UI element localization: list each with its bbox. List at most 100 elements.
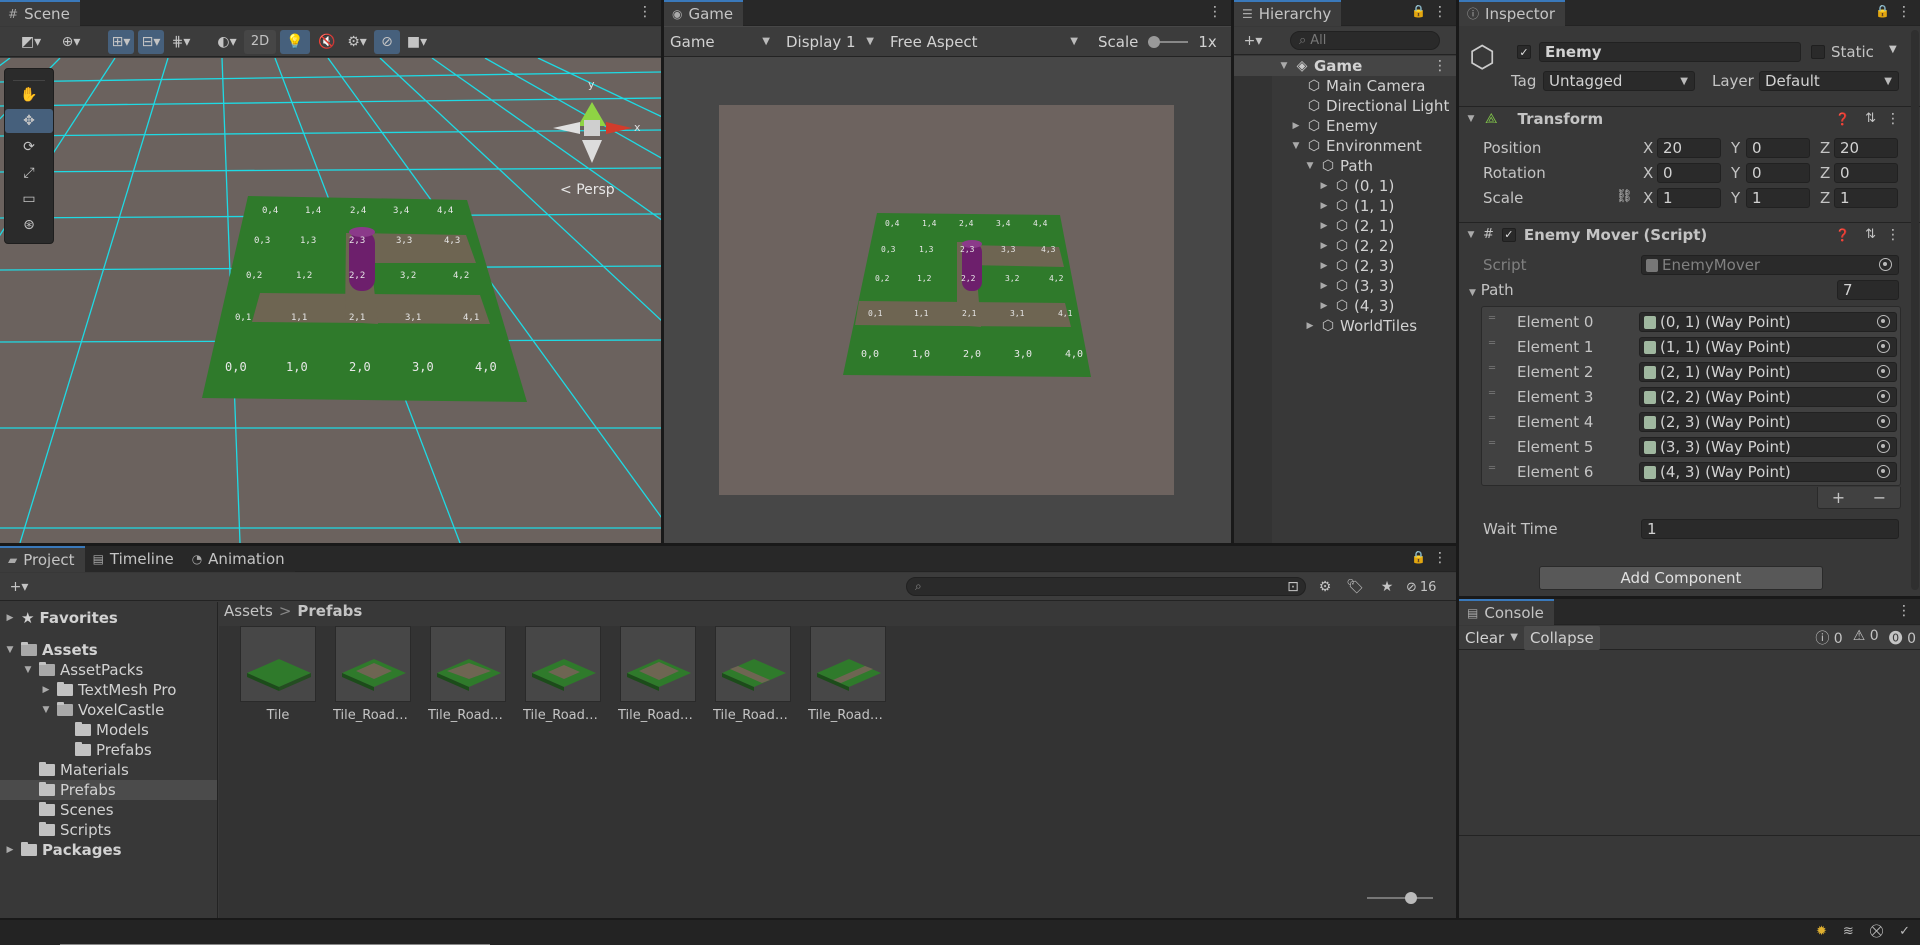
element-value-field[interactable]: (1, 1) (Way Point) xyxy=(1639,337,1897,357)
add-component-button[interactable]: Add Component xyxy=(1539,566,1823,590)
remove-element-button[interactable]: − xyxy=(1873,488,1886,507)
expand-arrow-icon[interactable]: ▼ xyxy=(1465,230,1477,240)
tab-hierarchy[interactable]: ☰ Hierarchy xyxy=(1234,0,1342,26)
expand-arrow-icon[interactable]: ▼ xyxy=(40,705,52,715)
expand-arrow-icon[interactable]: ▶ xyxy=(1290,121,1302,131)
folder-item[interactable]: Prefabs xyxy=(70,740,152,760)
expand-arrow-icon[interactable]: ▶ xyxy=(1304,321,1316,331)
scale-y-field[interactable]: 1 xyxy=(1746,188,1810,208)
game-menu-icon[interactable]: ⋮ xyxy=(1208,4,1222,20)
help-icon[interactable]: ❓ xyxy=(1835,228,1850,242)
expand-arrow-icon[interactable]: ▼ xyxy=(1290,141,1302,151)
filter-label-icon[interactable]: 🏷 xyxy=(1342,575,1368,599)
expand-arrow-icon[interactable]: ▼ xyxy=(1278,61,1290,71)
expand-arrow-icon[interactable]: ▼ xyxy=(4,645,16,655)
lock-icon[interactable]: 🔒 xyxy=(1411,4,1426,18)
expand-arrow-icon[interactable]: ▼ xyxy=(1465,114,1477,124)
gameobject-big-icon[interactable]: ⬡ xyxy=(1469,40,1495,75)
hidden-packages-toggle[interactable]: ⊘ 16 xyxy=(1406,575,1436,599)
hierarchy-search-input[interactable]: ⌕ All xyxy=(1290,31,1440,50)
asset-item[interactable]: Tile_RoadC... xyxy=(523,626,603,723)
expand-arrow-icon[interactable]: ▼ xyxy=(22,665,34,675)
increment-snap-icon[interactable]: ⋕▾ xyxy=(168,30,194,54)
scale-tool-icon[interactable]: ⤢ xyxy=(5,161,53,185)
layer-dropdown[interactable]: Default ▼ xyxy=(1759,71,1899,91)
drag-handle-icon[interactable]: ═ xyxy=(1489,363,1495,374)
static-checkbox[interactable] xyxy=(1811,45,1825,59)
inspector-scrollbar[interactable] xyxy=(1911,30,1919,590)
hierarchy-item[interactable]: ▶ ⬡ Enemy xyxy=(1290,116,1378,136)
expand-arrow-icon[interactable]: ▶ xyxy=(1318,261,1330,271)
expand-arrow-icon[interactable]: ▼ xyxy=(1469,288,1476,298)
draw-mode-icon[interactable]: ◩▾ xyxy=(18,30,44,54)
component-enabled-checkbox[interactable]: ✓ xyxy=(1501,227,1516,242)
drag-handle-icon[interactable]: ═ xyxy=(1489,463,1495,474)
expand-arrow-icon[interactable]: ▶ xyxy=(4,845,16,855)
element-value-field[interactable]: (2, 1) (Way Point) xyxy=(1639,362,1897,382)
asset-item[interactable]: Tile_RoadS... xyxy=(808,626,888,723)
rotation-x-field[interactable]: 0 xyxy=(1657,163,1721,183)
tag-dropdown[interactable]: Untagged ▼ xyxy=(1543,71,1695,91)
folder-item[interactable]: ▶ TextMesh Pro xyxy=(40,680,177,700)
project-search-input[interactable]: ⌕ xyxy=(906,577,1306,596)
scale-slider[interactable] xyxy=(1148,35,1189,48)
asset-item[interactable]: Tile_RoadC... xyxy=(333,626,413,723)
rect-tool-icon[interactable]: ▭ xyxy=(5,187,53,211)
warning-count[interactable]: ⚠ 0 xyxy=(1853,628,1879,648)
tab-project[interactable]: ▰ Project xyxy=(0,546,85,572)
position-y-field[interactable]: 0 xyxy=(1746,138,1810,158)
scale-z-field[interactable]: 1 xyxy=(1834,188,1898,208)
drag-handle-icon[interactable]: ═ xyxy=(1489,338,1495,349)
expand-arrow-icon[interactable]: ▶ xyxy=(1318,281,1330,291)
tab-scene[interactable]: # Scene xyxy=(0,0,80,26)
drag-handle-icon[interactable]: ═ xyxy=(1489,313,1495,324)
object-picker-icon[interactable] xyxy=(1877,390,1890,403)
expand-arrow-icon[interactable]: ▶ xyxy=(1318,221,1330,231)
create-button[interactable]: +▾ xyxy=(1240,29,1266,53)
filter-type-icon[interactable]: ⚙ xyxy=(1312,575,1338,599)
display-dropdown[interactable]: Display 1 ▼ xyxy=(780,30,880,54)
hierarchy-item[interactable]: ▶ ⬡ (4, 3) xyxy=(1318,296,1395,316)
static-dropdown-icon[interactable]: ▼ xyxy=(1889,44,1897,55)
lock-icon[interactable]: 🔒 xyxy=(1875,4,1890,18)
expand-arrow-icon[interactable]: ▶ xyxy=(1318,301,1330,311)
presets-icon[interactable]: ⇅ xyxy=(1865,111,1876,126)
hierarchy-item[interactable]: ▶ ⬡ (0, 1) xyxy=(1318,176,1395,196)
console-log-area[interactable] xyxy=(1459,651,1920,831)
help-icon[interactable]: ❓ xyxy=(1835,112,1850,126)
object-picker-icon[interactable] xyxy=(1877,465,1890,478)
constrain-scale-icon[interactable]: ⛓ xyxy=(1616,189,1633,204)
layers-icon[interactable]: ≋ xyxy=(1843,924,1854,939)
hierarchy-item[interactable]: ▶ ⬡ (2, 2) xyxy=(1318,236,1395,256)
scale-x-field[interactable]: 1 xyxy=(1657,188,1721,208)
console-detail-area[interactable] xyxy=(1459,835,1920,918)
folder-item[interactable]: Prefabs xyxy=(34,780,116,800)
hierarchy-item[interactable]: ▶ ⬡ (3, 3) xyxy=(1318,276,1395,296)
hierarchy-item[interactable]: ▶ ⬡ WorldTiles xyxy=(1304,316,1418,336)
persp-label[interactable]: < Persp xyxy=(560,182,615,198)
game-viewport[interactable]: 0,4 1,4 2,4 3,4 4,4 0,3 1,3 2,3 3,3 4,3 … xyxy=(719,105,1174,495)
element-value-field[interactable]: (4, 3) (Way Point) xyxy=(1639,462,1897,482)
hierarchy-item[interactable]: ▼ ⬡ Environment xyxy=(1290,136,1422,156)
hierarchy-item[interactable]: ▶ ⬡ (1, 1) xyxy=(1318,196,1395,216)
grid-snap-icon[interactable]: ⊞▾ xyxy=(108,29,134,54)
object-picker-icon[interactable] xyxy=(1877,440,1890,453)
rotation-y-field[interactable]: 0 xyxy=(1746,163,1810,183)
add-element-button[interactable]: + xyxy=(1832,488,1845,507)
expand-arrow-icon[interactable]: ▶ xyxy=(1318,181,1330,191)
scene-menu-icon[interactable]: ⋮ xyxy=(638,4,652,20)
hand-tool-icon[interactable]: ✋ xyxy=(5,83,53,107)
expand-arrow-icon[interactable]: ▶ xyxy=(1318,241,1330,251)
hierarchy-item[interactable]: ⬡ Directional Light xyxy=(1302,96,1449,116)
debug-bug-icon[interactable]: ✹ xyxy=(1816,924,1827,939)
display-mode-dropdown[interactable]: Game ▼ xyxy=(664,30,776,54)
folder-item[interactable]: Models xyxy=(70,720,149,740)
globe-icon[interactable]: ⊕▾ xyxy=(58,30,84,54)
folder-item[interactable]: ▼ VoxelCastle xyxy=(40,700,165,720)
move-tool-icon[interactable]: ✥ xyxy=(5,109,53,133)
object-picker-icon[interactable] xyxy=(1877,415,1890,428)
folder-item[interactable]: ▼ AssetPacks xyxy=(22,660,144,680)
tab-inspector[interactable]: ⓘ Inspector xyxy=(1459,0,1565,26)
scale-slider-thumb[interactable] xyxy=(1148,35,1161,48)
element-value-field[interactable]: (0, 1) (Way Point) xyxy=(1639,312,1897,332)
